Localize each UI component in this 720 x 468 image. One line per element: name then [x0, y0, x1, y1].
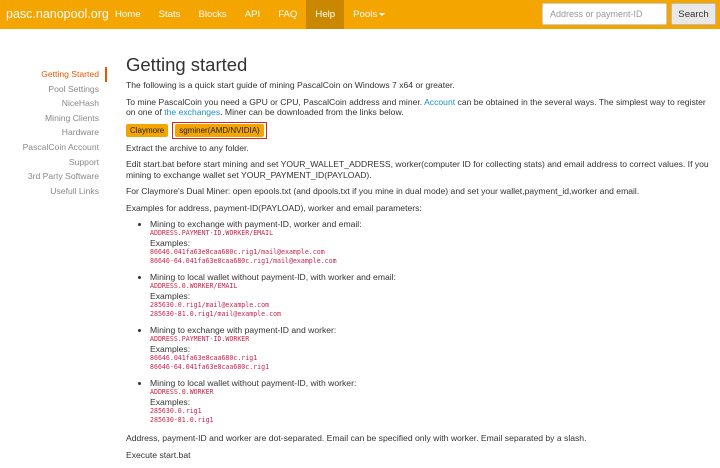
- example-format: ADDRESS.PAYMENT-ID.WORKER/EMAIL: [150, 229, 274, 237]
- requirements-text-a: To mine PascalCoin you need a GPU or CPU…: [126, 96, 423, 107]
- examples-label: Examples:: [150, 344, 191, 354]
- examples-label: Examples:: [150, 238, 191, 248]
- list-item: Mining to local wallet without payment-I…: [150, 378, 716, 425]
- nav-home[interactable]: Home: [106, 0, 150, 29]
- sidebar: Getting Started Pool Settings NiceHash M…: [7, 67, 107, 198]
- sidebar-item-getting-started[interactable]: Getting Started: [7, 67, 107, 82]
- dot-separated-text: Address, payment-ID and worker are dot-s…: [126, 433, 587, 443]
- example-title: Mining to local wallet without payment-I…: [150, 272, 396, 282]
- intro-text: The following is a quick start guide of …: [126, 80, 455, 90]
- list-item: Mining to exchange with payment-ID and w…: [150, 325, 716, 372]
- sidebar-item-3rd-party-software[interactable]: 3rd Party Software: [7, 169, 107, 184]
- navbar: pasc.nanopool.org Home Stats Blocks API …: [0, 0, 720, 29]
- nav-api[interactable]: API: [236, 0, 269, 29]
- example-line: 285630.0.rig1/mail@example.com: [150, 301, 270, 309]
- example-line: 86646-64.041fa63e8caa680c.rig1/mail@exam…: [150, 257, 337, 265]
- sgminer-highlight: sgminer(AMD/NVIDIA): [172, 122, 267, 139]
- example-title: Mining to exchange with payment-ID and w…: [150, 325, 337, 335]
- nav-pools[interactable]: Pools: [344, 0, 394, 29]
- extract-text: Extract the archive to any folder.: [126, 142, 249, 153]
- example-line: 285630-81.0.rig1: [150, 416, 214, 424]
- sidebar-item-hardware[interactable]: Hardware: [7, 125, 107, 140]
- nav-stats[interactable]: Stats: [150, 0, 190, 29]
- brand-logo[interactable]: pasc.nanopool.org: [6, 0, 109, 29]
- examples-intro-text: Examples for address, payment-ID(PAYLOAD…: [126, 202, 422, 213]
- nav-pools-label: Pools: [353, 9, 378, 20]
- examples-list: Mining to exchange with payment-ID, work…: [150, 219, 716, 425]
- sidebar-item-support[interactable]: Support: [7, 155, 107, 170]
- claymore-download-button[interactable]: Claymore: [126, 124, 169, 137]
- sidebar-item-mining-clients[interactable]: Mining Clients: [7, 111, 107, 126]
- example-format: ADDRESS.0.WORKER/EMAIL: [150, 282, 238, 290]
- main-content: Getting started The following is a quick…: [126, 52, 716, 466]
- page-title: Getting started: [126, 54, 248, 75]
- examples-label: Examples:: [150, 291, 191, 301]
- example-line: 86646.041fa63e8caa680c.rig1/mail@example…: [150, 248, 325, 256]
- sidebar-item-pool-settings[interactable]: Pool Settings: [7, 82, 107, 97]
- download-buttons: Claymore sgminer(AMD/NVIDIA): [126, 122, 716, 139]
- search-input[interactable]: [542, 3, 667, 25]
- edit-start-bat-text: Edit start.bat before start mining and s…: [126, 159, 709, 180]
- sidebar-item-usefull-links[interactable]: Usefull Links: [7, 184, 107, 199]
- requirements-text-c: . Miner can be downloaded from the links…: [220, 107, 404, 117]
- exchanges-link[interactable]: the exchanges: [164, 107, 220, 117]
- list-item: Mining to local wallet without payment-I…: [150, 272, 716, 319]
- examples-label: Examples:: [150, 397, 191, 407]
- example-line: 86646-64.041fa63e8caa680c.rig1: [150, 363, 270, 371]
- sidebar-item-nicehash[interactable]: NiceHash: [7, 96, 107, 111]
- nav-blocks[interactable]: Blocks: [189, 0, 235, 29]
- example-line: 285630-81.0.rig1/mail@example.com: [150, 310, 282, 318]
- example-line: 285630.0.rig1: [150, 407, 202, 415]
- search-button[interactable]: Search: [671, 3, 716, 25]
- example-line: 86646.041fa63e8caa680c.rig1: [150, 354, 258, 362]
- example-format: ADDRESS.PAYMENT-ID.WORKER: [150, 335, 250, 343]
- example-title: Mining to exchange with payment-ID, work…: [150, 219, 362, 229]
- list-item: Mining to exchange with payment-ID, work…: [150, 219, 716, 266]
- nav-faq[interactable]: FAQ: [269, 0, 306, 29]
- execute-text: Execute start.bat: [126, 449, 191, 460]
- caret-down-icon: [379, 12, 386, 16]
- sgminer-download-button[interactable]: sgminer(AMD/NVIDIA): [175, 124, 264, 137]
- nav-help[interactable]: Help: [306, 0, 345, 29]
- example-title: Mining to local wallet without payment-I…: [150, 378, 357, 388]
- account-link[interactable]: Account: [424, 97, 455, 107]
- main-nav: Home Stats Blocks API FAQ Help Pools: [106, 0, 394, 29]
- example-format: ADDRESS.0.WORKER: [150, 388, 214, 396]
- requirements-text: To mine PascalCoin you need a GPU or CPU…: [126, 97, 716, 118]
- sidebar-item-pascalcoin-account[interactable]: PascalCoin Account: [7, 140, 107, 155]
- dual-miner-text: For Claymore's Dual Miner: open epools.t…: [126, 186, 640, 196]
